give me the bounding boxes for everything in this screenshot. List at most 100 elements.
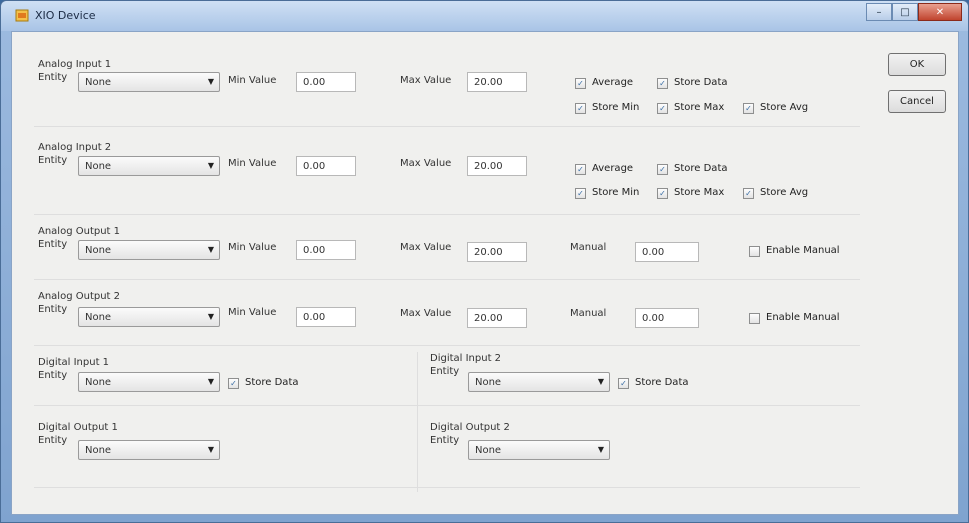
checkmark-icon: ✓ — [575, 78, 586, 89]
checkmark-icon: ✓ — [657, 164, 668, 175]
title-bar: XIO Device – □ ✕ — [1, 1, 968, 31]
checkbox-label: Average — [592, 77, 634, 88]
max-value-input[interactable]: 20.00 — [467, 308, 527, 328]
ok-button[interactable]: OK — [888, 53, 946, 76]
cancel-button[interactable]: Cancel — [888, 90, 946, 113]
chevron-down-icon: ▼ — [597, 377, 604, 386]
max-value-input[interactable]: 20.00 — [467, 156, 527, 176]
chevron-down-icon: ▼ — [597, 445, 604, 454]
minimize-button[interactable]: – — [866, 3, 892, 21]
checkbox-label: Store Max — [674, 187, 725, 198]
entity-value: None — [475, 445, 502, 456]
section-divider — [34, 279, 860, 280]
entity-select[interactable]: None ▼ — [468, 440, 610, 460]
entity-label: Entity — [38, 239, 68, 250]
entity-select[interactable]: None ▼ — [78, 372, 220, 392]
max-value-label: Max Value — [400, 75, 452, 86]
section-divider — [34, 345, 860, 346]
checkbox-label: Store Data — [674, 77, 728, 88]
min-value: 0.00 — [303, 245, 326, 256]
entity-value: None — [85, 312, 112, 323]
group-title: Analog Output 2 — [38, 291, 121, 302]
min-value-input[interactable]: 0.00 — [296, 307, 356, 327]
min-value-label: Min Value — [228, 307, 277, 318]
min-value-input[interactable]: 0.00 — [296, 156, 356, 176]
chevron-down-icon: ▼ — [207, 377, 214, 386]
entity-value: None — [85, 77, 112, 88]
maximize-icon: □ — [900, 6, 910, 18]
min-value: 0.00 — [303, 161, 326, 172]
max-value-label: Max Value — [400, 242, 452, 253]
entity-label: Entity — [38, 435, 68, 446]
entity-select[interactable]: None ▼ — [468, 372, 610, 392]
checkbox-label: Store Max — [674, 102, 725, 113]
column-divider — [417, 352, 418, 492]
entity-value: None — [85, 245, 112, 256]
entity-select[interactable]: None ▼ — [78, 440, 220, 460]
max-value-label: Max Value — [400, 308, 452, 319]
checkbox-label: Enable Manual — [766, 312, 840, 323]
checkbox-label: Store Avg — [760, 102, 809, 113]
checkbox-label: Store Avg — [760, 187, 809, 198]
min-value-input[interactable]: 0.00 — [296, 240, 356, 260]
entity-value: None — [475, 377, 502, 388]
manual-value: 0.00 — [642, 247, 665, 258]
checkmark-icon: ✓ — [743, 188, 754, 199]
chevron-down-icon: ▼ — [207, 77, 214, 86]
max-value: 20.00 — [474, 247, 503, 258]
min-value-label: Min Value — [228, 158, 277, 169]
group-title: Digital Output 2 — [430, 422, 510, 433]
section-divider — [34, 405, 860, 406]
section-divider — [34, 126, 860, 127]
entity-select[interactable]: None ▼ — [78, 240, 220, 260]
checkbox-label: Average — [592, 163, 634, 174]
section-divider — [34, 487, 860, 488]
chevron-down-icon: ▼ — [207, 312, 214, 321]
checkmark-icon: ✓ — [657, 188, 668, 199]
checkmark-icon: ✓ — [743, 103, 754, 114]
group-title: Analog Input 2 — [38, 142, 112, 153]
manual-label: Manual — [570, 308, 607, 319]
entity-value: None — [85, 161, 112, 172]
checkmark-icon: ✓ — [575, 164, 586, 175]
entity-value: None — [85, 377, 112, 388]
checkmark-icon: ✓ — [657, 78, 668, 89]
checkmark-icon: ✓ — [657, 103, 668, 114]
checkbox-label: Store Min — [592, 187, 640, 198]
chevron-down-icon: ▼ — [207, 161, 214, 170]
max-value-input[interactable]: 20.00 — [467, 242, 527, 262]
checkmark-icon: ✓ — [618, 378, 629, 389]
entity-label: Entity — [38, 304, 68, 315]
group-title: Digital Input 1 — [38, 357, 110, 368]
entity-label: Entity — [430, 435, 460, 446]
manual-input[interactable]: 0.00 — [635, 242, 699, 262]
entity-value: None — [85, 445, 112, 456]
checkmark-icon: ✓ — [575, 103, 586, 114]
checkbox-icon — [749, 246, 760, 257]
minimize-icon: – — [876, 6, 882, 18]
maximize-button[interactable]: □ — [892, 3, 918, 21]
checkmark-icon: ✓ — [575, 188, 586, 199]
max-value: 20.00 — [474, 161, 503, 172]
max-value-input[interactable]: 20.00 — [467, 72, 527, 92]
checkbox-label: Enable Manual — [766, 245, 840, 256]
manual-input[interactable]: 0.00 — [635, 308, 699, 328]
min-value-label: Min Value — [228, 242, 277, 253]
app-icon — [15, 9, 29, 22]
close-icon: ✕ — [935, 6, 945, 18]
checkbox-label: Store Min — [592, 102, 640, 113]
min-value-input[interactable]: 0.00 — [296, 72, 356, 92]
checkbox-label: Store Data — [674, 163, 728, 174]
entity-label: Entity — [38, 155, 68, 166]
chevron-down-icon: ▼ — [207, 445, 214, 454]
window-title: XIO Device — [35, 9, 96, 22]
entity-select[interactable]: None ▼ — [78, 307, 220, 327]
entity-select[interactable]: None ▼ — [78, 72, 220, 92]
section-divider — [34, 214, 860, 215]
window-controls: – □ ✕ — [866, 3, 962, 23]
group-title: Digital Output 1 — [38, 422, 118, 433]
entity-select[interactable]: None ▼ — [78, 156, 220, 176]
checkmark-icon: ✓ — [228, 378, 239, 389]
close-button[interactable]: ✕ — [918, 3, 962, 21]
entity-label: Entity — [38, 72, 68, 83]
